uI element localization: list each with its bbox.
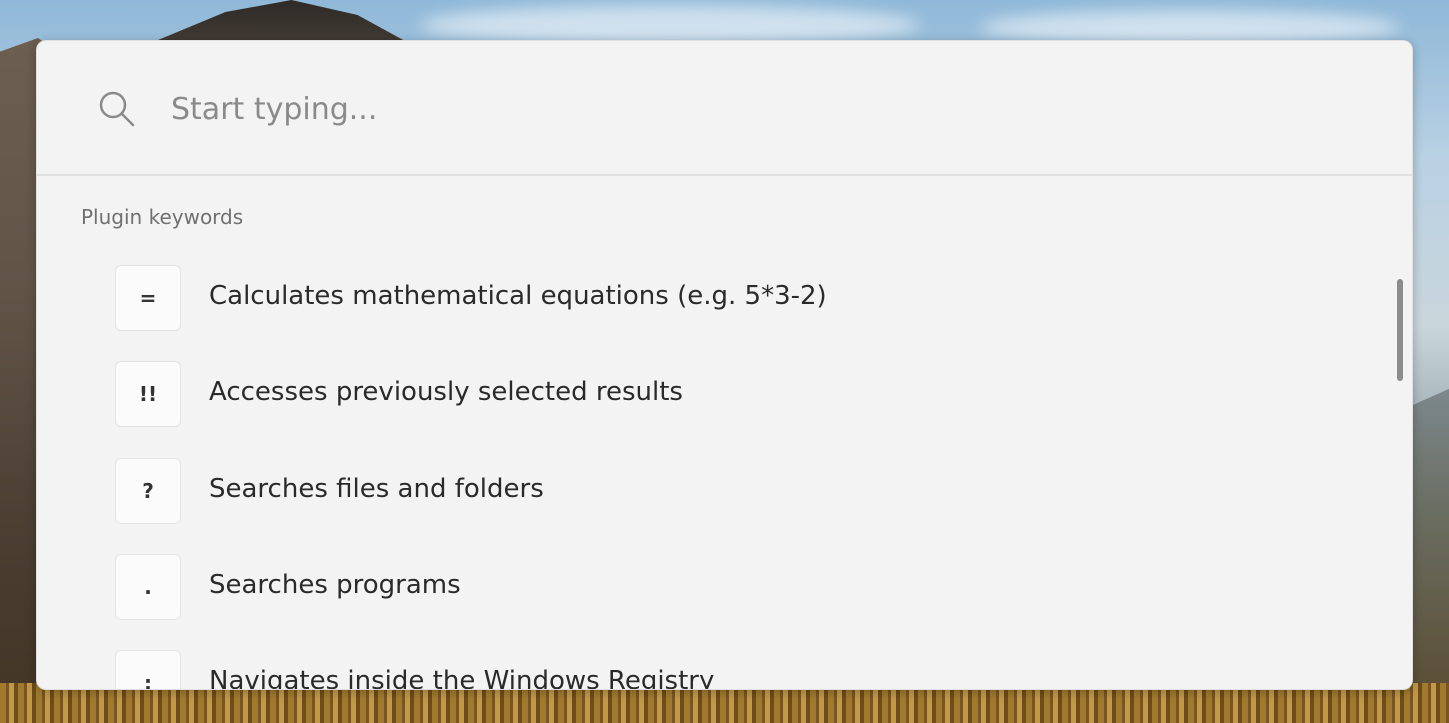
keyword-badge: : [115,650,181,689]
results-list: = Calculates mathematical equations (e.g… [37,241,1412,690]
result-description: Searches programs [209,570,461,600]
result-description: Searches files and folders [209,474,544,504]
cloud [420,5,920,45]
result-item-registry[interactable]: : Navigates inside the Windows Registry [37,636,1377,690]
search-icon [97,89,137,129]
result-item-calculator[interactable]: = Calculates mathematical equations (e.g… [37,251,1377,347]
section-title: Plugin keywords [81,205,244,229]
result-description: Calculates mathematical equations (e.g. … [209,281,827,311]
result-item-files[interactable]: ? Searches files and folders [37,444,1377,540]
result-item-programs[interactable]: . Searches programs [37,540,1377,636]
scrollbar-thumb[interactable] [1397,279,1403,381]
search-bar [37,41,1412,176]
keyword-badge: ? [115,458,181,524]
keyword-badge: . [115,554,181,620]
search-input[interactable] [171,81,1321,137]
result-item-history[interactable]: !! Accesses previously selected results [37,347,1377,443]
keyword-badge: = [115,265,181,331]
result-description: Accesses previously selected results [209,377,683,407]
keyword-badge: !! [115,361,181,427]
launcher-window: Plugin keywords = Calculates mathematica… [36,40,1413,690]
result-description: Navigates inside the Windows Registry [209,666,715,690]
